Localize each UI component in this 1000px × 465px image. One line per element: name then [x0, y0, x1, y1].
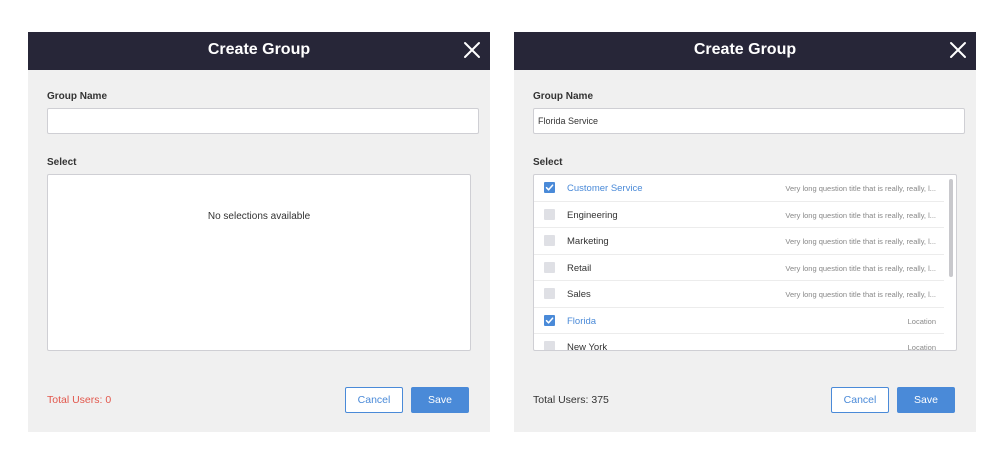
item-description: Very long question title that is really,…: [785, 290, 936, 299]
list-item[interactable]: Florida Location: [534, 308, 944, 334]
close-icon[interactable]: [462, 40, 482, 60]
item-name: Customer Service: [567, 183, 643, 194]
item-name: Florida: [567, 315, 597, 327]
checkbox[interactable]: [544, 261, 555, 273]
checkbox[interactable]: [544, 208, 555, 220]
group-name-label: Group Name: [47, 91, 108, 102]
create-group-dialog-populated: Create Group Group Name Select Customer …: [514, 32, 976, 432]
total-users: Total Users: 0: [47, 394, 112, 406]
select-label: Select: [47, 157, 77, 168]
list-item[interactable]: Engineering Very long question title tha…: [534, 202, 944, 228]
dialog-title: Create Group: [693, 41, 797, 58]
item-name: Engineering: [567, 209, 618, 221]
selection-rows: Customer Service Very long question titl…: [534, 175, 944, 351]
checkbox[interactable]: [544, 314, 555, 326]
item-description: Very long question title that is really,…: [785, 210, 936, 220]
list-item[interactable]: New York Location: [534, 334, 944, 351]
item-description: Location: [907, 316, 936, 326]
dialog-title: Create Group: [207, 41, 311, 58]
item-description: Very long question title that is really,…: [785, 263, 936, 273]
create-group-dialog-empty: Create Group Group Name Select No select…: [28, 32, 490, 432]
save-button[interactable]: Save: [411, 387, 469, 413]
total-users: Total Users: 375: [533, 394, 609, 406]
empty-message: No selections available: [207, 211, 311, 222]
close-icon[interactable]: [948, 40, 968, 60]
dialog-header: Create Group: [28, 32, 490, 70]
item-description: Very long question title that is really,…: [785, 237, 936, 246]
checkbox[interactable]: [544, 182, 555, 193]
list-item[interactable]: Marketing Very long question title that …: [534, 228, 944, 255]
group-name-input[interactable]: [47, 108, 479, 134]
checkbox[interactable]: [544, 288, 555, 299]
item-name: Marketing: [567, 236, 609, 247]
select-label: Select: [533, 157, 563, 168]
list-item[interactable]: Retail Very long question title that is …: [534, 255, 944, 281]
item-description: Very long question title that is really,…: [785, 184, 936, 193]
selection-list: No selections available: [47, 174, 471, 351]
item-name: New York: [567, 342, 608, 351]
list-item[interactable]: Customer Service Very long question titl…: [534, 175, 944, 202]
group-name-label: Group Name: [533, 91, 594, 102]
checkmark-icon: [545, 184, 554, 191]
save-button[interactable]: Save: [897, 387, 955, 413]
checkbox[interactable]: [544, 235, 555, 246]
cancel-button[interactable]: Cancel: [831, 387, 889, 413]
scrollbar[interactable]: [949, 179, 953, 277]
selection-list[interactable]: Customer Service Very long question titl…: [533, 174, 957, 351]
group-name-input[interactable]: [533, 108, 965, 134]
item-name: Retail: [567, 262, 592, 274]
list-item[interactable]: Sales Very long question title that is r…: [534, 281, 944, 308]
item-description: Location: [907, 343, 936, 351]
item-name: Sales: [567, 289, 591, 300]
checkmark-icon: [545, 316, 554, 324]
checkbox[interactable]: [544, 341, 555, 350]
cancel-button[interactable]: Cancel: [345, 387, 403, 413]
dialog-header: Create Group: [514, 32, 976, 70]
